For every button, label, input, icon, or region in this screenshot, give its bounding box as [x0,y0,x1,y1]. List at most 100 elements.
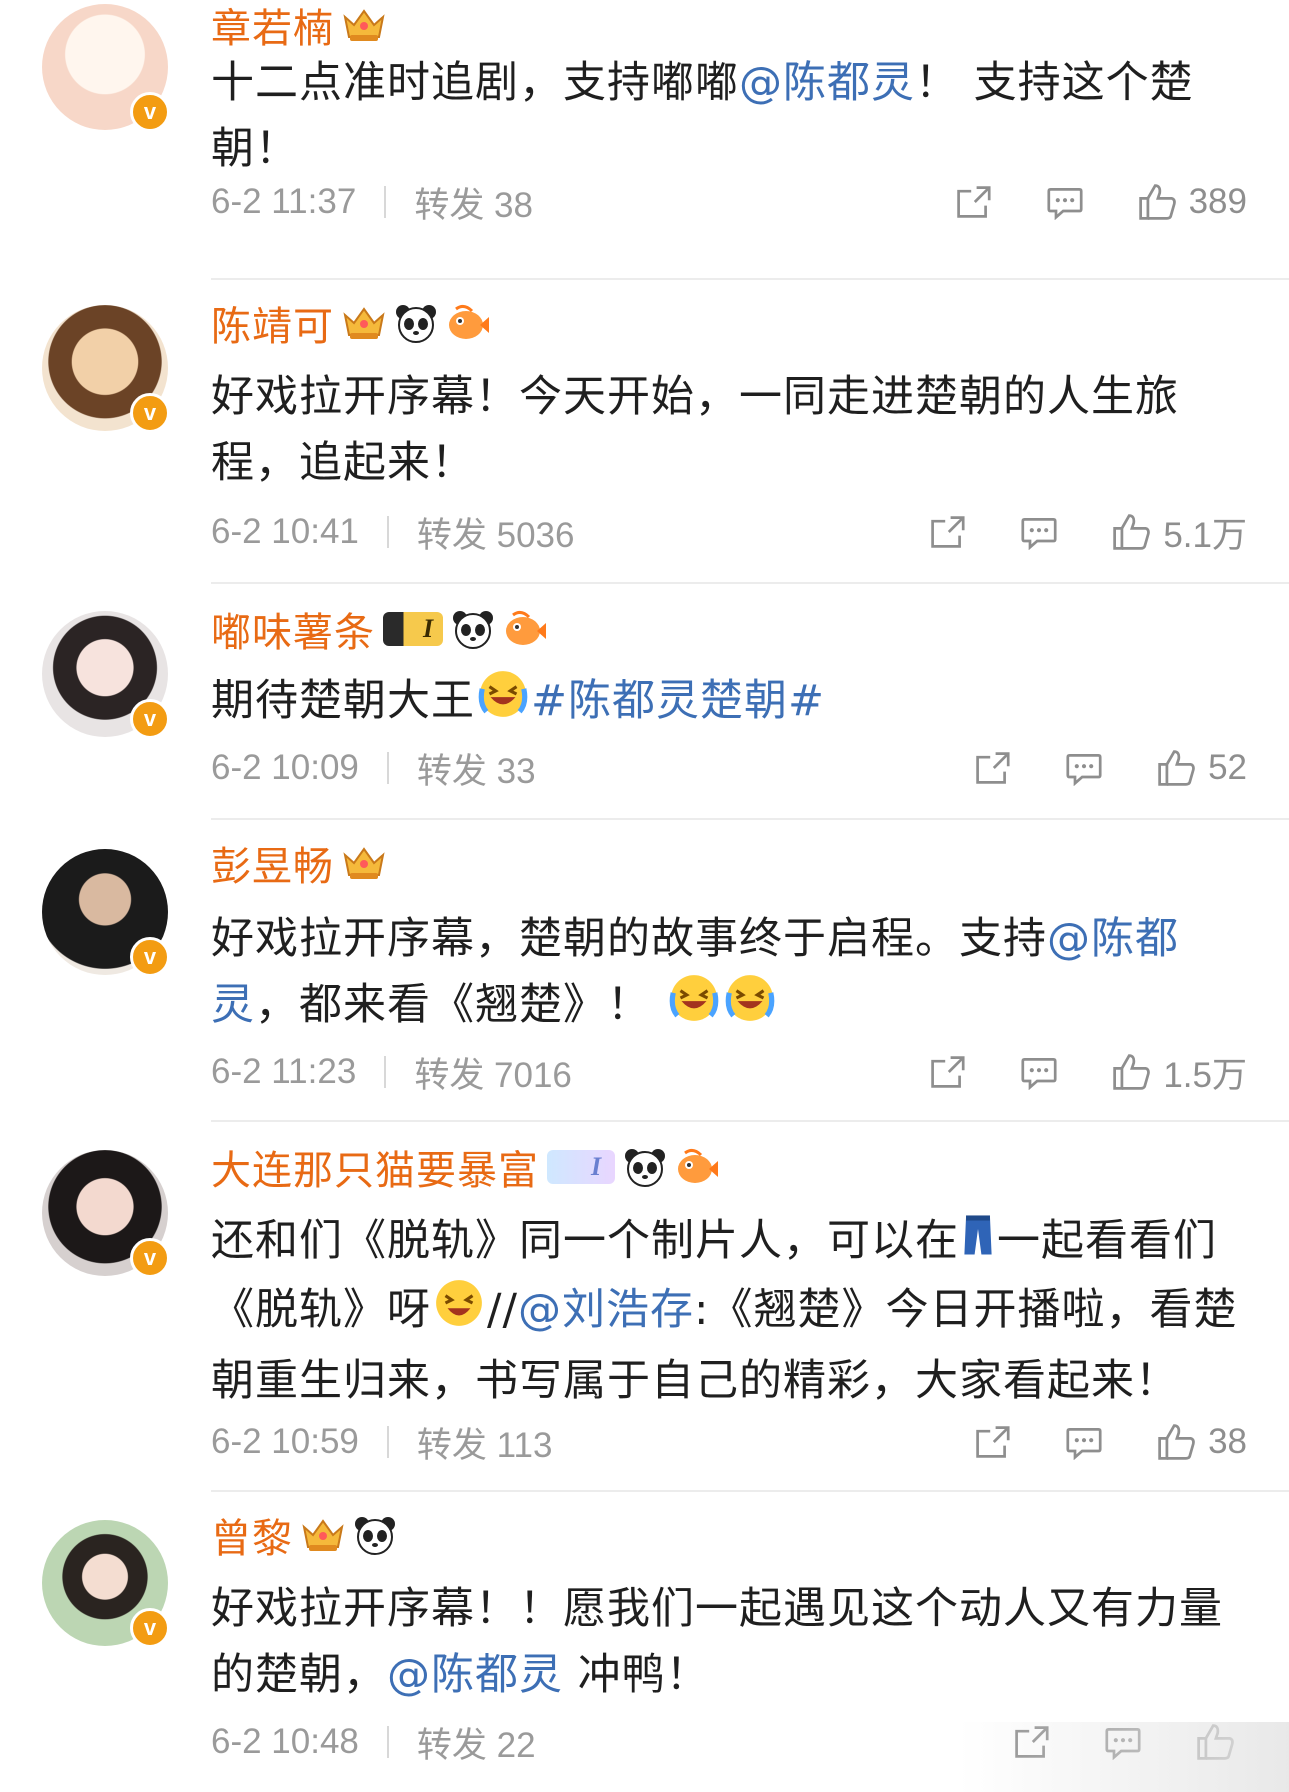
comment-icon [1045,184,1085,220]
username[interactable]: 陈靖可 [211,294,334,352]
timestamp: 6-2 10:59 [211,1422,359,1461]
crown-badge-icon [342,7,386,43]
crown-badge-icon [342,845,386,881]
text-segment: 好戏拉开序幕！！愿我们一起遇见这个动人又有力量的楚朝， [211,1584,1223,1700]
laugh-cry-emoji [668,972,720,1043]
share-button[interactable] [927,1054,967,1090]
crown-badge-icon [342,305,386,341]
laugh-cry-emoji [477,668,529,739]
avatar[interactable]: v [42,305,170,433]
share-button[interactable] [972,750,1012,786]
comment-icon [1019,514,1059,550]
repost-count: 转发 7016 [414,1055,572,1095]
like-button[interactable]: 1.5万 [1111,1047,1247,1098]
avatar[interactable]: v [42,4,170,132]
like-count: 5.1万 [1163,515,1247,555]
comment-button[interactable] [1064,1424,1104,1460]
text-segment: 十二点准时追剧，支持嘟嘟 [211,58,739,108]
timestamp: 6-2 10:41 [211,512,359,551]
separator [384,186,387,218]
like-icon [1111,512,1151,552]
username[interactable]: 曾黎 [211,1506,293,1564]
fish-badge-icon [446,303,490,343]
laugh-cry-emoji [724,972,776,1043]
mention-link[interactable]: @刘浩存 [518,1285,694,1335]
username[interactable]: 章若楠 [211,0,334,54]
verified-badge-icon: v [130,1608,170,1648]
verified-badge-icon: v [130,699,170,739]
timestamp: 6-2 11:37 [211,182,357,221]
text-segment: 冲鸭！ [563,1650,710,1700]
text-segment: 期待楚朝大王 [211,676,475,726]
avatar[interactable]: v [42,1150,170,1278]
panda-badge-icon [353,1515,397,1555]
jeans-emoji [961,1211,995,1277]
repost-count: 转发 33 [416,751,536,791]
like-icon [1137,182,1177,222]
comment-text: 十二点准时追剧，支持嘟嘟@陈都灵！ 支持这个楚朝！ [211,50,1251,182]
avatar[interactable]: v [42,1520,170,1648]
share-icon [972,750,1012,786]
text-segment: // [487,1284,518,1335]
level-badge: I [383,612,444,646]
like-icon [1156,1422,1196,1462]
name-row: 曾黎 [211,1510,397,1562]
text-segment: 好戏拉开序幕！今天开始，一同走进楚朝的人生旅程，追起来！ [211,372,1179,488]
grin-emoji [433,1277,485,1348]
like-button[interactable]: 389 [1137,182,1247,222]
share-icon [927,514,967,550]
watermark-overlay [959,1722,1289,1792]
panda-badge-icon [394,303,438,343]
share-button[interactable] [953,184,993,220]
mention-link[interactable]: @陈都灵 [739,58,915,108]
action-bar: 389 [953,182,1247,222]
like-button[interactable]: 5.1万 [1111,507,1247,558]
comment-text: 期待楚朝大王 #陈都灵楚朝# [211,668,1251,739]
mention-link[interactable]: @陈都灵 [387,1650,563,1700]
avatar[interactable]: v [42,849,170,977]
like-count: 389 [1188,182,1247,221]
comment-feed: v 章若楠 十二点准时追剧，支持嘟嘟@陈都灵！ 支持这个楚朝！ 6-2 11:37 … [0,0,1289,1792]
username[interactable]: 大连那只猫要暴富 [211,1138,539,1196]
action-bar: 1.5万 [927,1047,1247,1098]
share-icon [972,1424,1012,1460]
comment-text: 好戏拉开序幕，楚朝的故事终于启程。支持@陈都灵，都来看《翘楚》！ [211,906,1251,1043]
avatar[interactable]: v [42,611,170,739]
timestamp: 6-2 10:09 [211,748,359,787]
share-button[interactable] [927,514,967,550]
like-icon [1156,748,1196,788]
like-count: 1.5万 [1163,1055,1247,1095]
separator [386,1726,389,1758]
name-row: 彭昱畅 [211,838,386,890]
divider [211,1120,1289,1122]
divider [211,1490,1289,1492]
comment-button[interactable] [1019,1054,1059,1090]
share-icon [953,184,993,220]
username[interactable]: 嘟味薯条 [211,600,375,658]
level-badge: I [547,1150,616,1184]
share-button[interactable] [972,1424,1012,1460]
panda-badge-icon [451,609,495,649]
comment-text: 还和们《脱轨》同一个制片人，可以在 一起看看们《脱轨》呀//@刘浩存:《翘楚》今日… [211,1208,1251,1414]
like-count: 38 [1208,1422,1247,1461]
comment-icon [1064,750,1104,786]
verified-badge-icon: v [130,393,170,433]
username[interactable]: 彭昱畅 [211,834,334,892]
comment-button[interactable] [1045,184,1085,220]
comment-button[interactable] [1064,750,1104,786]
separator [384,1056,387,1088]
separator [386,1426,389,1458]
name-row: 陈靖可 [211,298,490,350]
fish-badge-icon [503,609,547,649]
like-button[interactable]: 38 [1156,1422,1247,1462]
name-row: 大连那只猫要暴富 I [211,1142,719,1194]
name-row: 章若楠 [211,0,386,52]
share-icon [927,1054,967,1090]
comment-text: 好戏拉开序幕！今天开始，一同走进楚朝的人生旅程，追起来！ [211,364,1251,496]
verified-badge-icon: v [130,937,170,977]
repost-count: 转发 38 [414,185,533,225]
verified-badge-icon: v [130,1238,170,1278]
topic-link[interactable]: #陈都灵楚朝# [531,676,825,726]
like-button[interactable]: 52 [1156,748,1247,788]
comment-button[interactable] [1019,514,1059,550]
